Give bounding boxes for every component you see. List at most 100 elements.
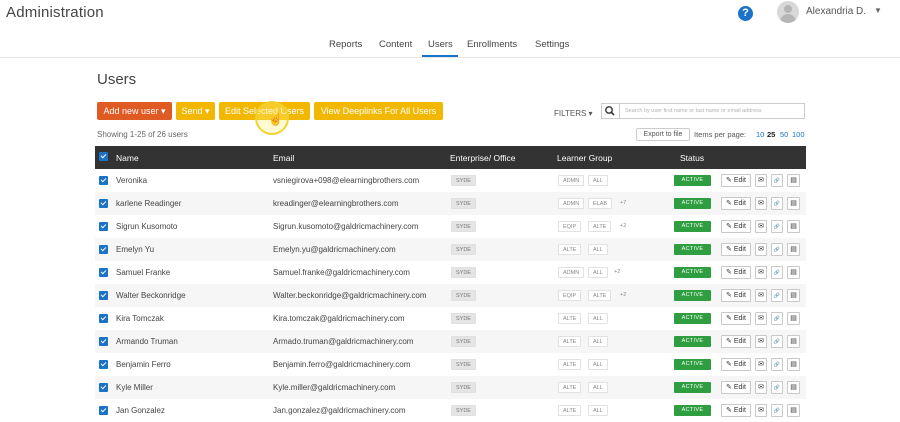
link-button[interactable]: 🔗 <box>771 289 783 302</box>
header-status[interactable]: Status <box>680 153 704 163</box>
tab-content[interactable]: Content <box>379 39 412 50</box>
link-button[interactable]: 🔗 <box>771 381 783 394</box>
document-icon: ▤ <box>790 384 797 391</box>
tab-users[interactable]: Users <box>428 39 453 50</box>
mail-button[interactable]: ✉ <box>755 220 767 233</box>
link-icon: 🔗 <box>773 224 781 230</box>
mail-icon: ✉ <box>758 407 764 414</box>
edit-button[interactable]: ✎ Edit <box>721 220 751 233</box>
link-button[interactable]: 🔗 <box>771 358 783 371</box>
mail-button[interactable]: ✉ <box>755 174 767 187</box>
table-row: Sigrun Kusomoto Sigrun.kusomoto@galdricma… <box>95 215 806 238</box>
filters-dropdown[interactable]: FILTERS ▾ <box>554 109 593 118</box>
row-checkbox[interactable] <box>99 383 108 392</box>
link-button[interactable]: 🔗 <box>771 174 783 187</box>
more-groups-count[interactable]: +2 <box>620 223 626 229</box>
row-checkbox[interactable] <box>99 245 108 254</box>
details-button[interactable]: ▤ <box>787 289 800 302</box>
user-name[interactable]: Alexandria D. <box>806 6 866 17</box>
edit-button[interactable]: ✎ Edit <box>721 381 751 394</box>
header-enterprise[interactable]: Enterprise/ Office <box>450 153 516 163</box>
row-checkbox[interactable] <box>99 176 108 185</box>
link-icon: 🔗 <box>773 247 781 253</box>
header-name[interactable]: Name <box>116 153 139 163</box>
details-button[interactable]: ▤ <box>787 220 800 233</box>
row-checkbox[interactable] <box>99 314 108 323</box>
edit-button[interactable]: ✎ Edit <box>721 197 751 210</box>
tab-settings[interactable]: Settings <box>535 39 569 50</box>
edit-button[interactable]: ✎ Edit <box>721 174 751 187</box>
mail-button[interactable]: ✉ <box>755 381 767 394</box>
details-button[interactable]: ▤ <box>787 335 800 348</box>
link-button[interactable]: 🔗 <box>771 220 783 233</box>
tab-enrollments[interactable]: Enrollments <box>467 39 517 50</box>
page-size-100[interactable]: 100 <box>792 130 805 139</box>
more-groups-count[interactable]: +2 <box>620 292 626 298</box>
mail-button[interactable]: ✉ <box>755 197 767 210</box>
export-button[interactable]: Export to file <box>636 128 690 141</box>
search-icon <box>605 106 615 116</box>
row-checkbox[interactable] <box>99 337 108 346</box>
header-learner-group[interactable]: Learner Group <box>557 153 612 163</box>
details-button[interactable]: ▤ <box>787 266 800 279</box>
edit-button[interactable]: ✎ Edit <box>721 312 751 325</box>
edit-button[interactable]: ✎ Edit <box>721 243 751 256</box>
row-checkbox[interactable] <box>99 199 108 208</box>
edit-icon: ✎ <box>726 200 732 207</box>
edit-button[interactable]: ✎ Edit <box>721 335 751 348</box>
email-cell: Walter.beckonridge@galdricmachinery.com <box>273 291 427 300</box>
mail-button[interactable]: ✉ <box>755 358 767 371</box>
link-button[interactable]: 🔗 <box>771 335 783 348</box>
row-checkbox[interactable] <box>99 291 108 300</box>
edit-button[interactable]: ✎ Edit <box>721 289 751 302</box>
details-button[interactable]: ▤ <box>787 243 800 256</box>
add-new-user-button[interactable]: Add new user ▾ <box>97 102 172 120</box>
page-size-50[interactable]: 50 <box>780 130 788 139</box>
details-button[interactable]: ▤ <box>787 197 800 210</box>
page-size-10[interactable]: 10 <box>756 130 764 139</box>
row-checkbox[interactable] <box>99 360 108 369</box>
mail-button[interactable]: ✉ <box>755 404 767 417</box>
question-circle-icon[interactable]: ? <box>738 6 753 21</box>
row-checkbox[interactable] <box>99 222 108 231</box>
link-button[interactable]: 🔗 <box>771 404 783 417</box>
tab-reports[interactable]: Reports <box>329 39 362 50</box>
document-icon: ▤ <box>790 246 797 253</box>
details-button[interactable]: ▤ <box>787 174 800 187</box>
search-input[interactable] <box>619 103 805 119</box>
enterprise-tag: SYDE <box>451 359 476 370</box>
more-groups-count[interactable]: +7 <box>620 200 626 206</box>
edit-button[interactable]: ✎ Edit <box>721 358 751 371</box>
avatar[interactable] <box>777 1 799 23</box>
row-checkbox[interactable] <box>99 268 108 277</box>
mail-button[interactable]: ✉ <box>755 312 767 325</box>
enterprise-tag: SYDE <box>451 336 476 347</box>
mail-button[interactable]: ✉ <box>755 266 767 279</box>
details-button[interactable]: ▤ <box>787 381 800 394</box>
row-checkbox[interactable] <box>99 406 108 415</box>
details-button[interactable]: ▤ <box>787 404 800 417</box>
search-button[interactable] <box>601 103 619 119</box>
header-email[interactable]: Email <box>273 153 294 163</box>
link-button[interactable]: 🔗 <box>771 312 783 325</box>
learner-group-tag: ALTE <box>558 405 582 416</box>
mail-button[interactable]: ✉ <box>755 243 767 256</box>
link-button[interactable]: 🔗 <box>771 243 783 256</box>
details-button[interactable]: ▤ <box>787 358 800 371</box>
details-button[interactable]: ▤ <box>787 312 800 325</box>
select-all-checkbox[interactable] <box>99 152 108 161</box>
edit-button[interactable]: ✎ Edit <box>721 266 751 279</box>
page-size-25[interactable]: 25 <box>767 130 775 139</box>
link-icon: 🔗 <box>773 178 781 184</box>
link-icon: 🔗 <box>773 362 781 368</box>
chevron-down-icon[interactable]: ▼ <box>874 6 882 15</box>
view-deeplinks-button[interactable]: View Deeplinks For All Users <box>314 102 443 120</box>
edit-icon: ✎ <box>726 407 732 414</box>
link-button[interactable]: 🔗 <box>771 266 783 279</box>
mail-button[interactable]: ✉ <box>755 289 767 302</box>
edit-button[interactable]: ✎ Edit <box>721 404 751 417</box>
mail-button[interactable]: ✉ <box>755 335 767 348</box>
more-groups-count[interactable]: +2 <box>614 269 620 275</box>
link-button[interactable]: 🔗 <box>771 197 783 210</box>
send-button[interactable]: Send ▾ <box>176 102 215 120</box>
